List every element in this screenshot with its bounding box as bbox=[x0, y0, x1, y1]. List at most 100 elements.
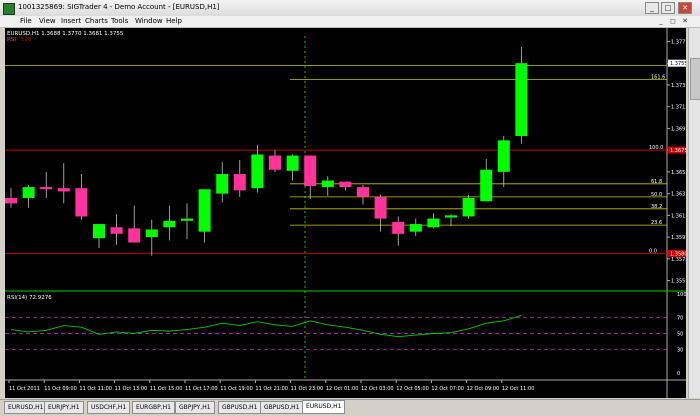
chart-tab[interactable]: EURJPY,H1 bbox=[44, 401, 84, 414]
price-tick-label: 1.3655 bbox=[671, 170, 686, 176]
price-chart[interactable]: EURUSD,H1 1.3688 1.3770 1.3681 1.3755RSI… bbox=[5, 28, 686, 398]
chart-tab-bar: EURUSD,H1 EURJPY,H1 USDCHF,H1 EURGBP,H1 GBPJ… bbox=[0, 399, 700, 416]
fibonacci-label: 50.0 bbox=[651, 192, 662, 198]
bull-candle bbox=[145, 229, 158, 238]
rsi-tick-label: 70 bbox=[677, 316, 683, 322]
time-tick-label: 12 Oct 07:00 bbox=[431, 386, 464, 392]
fibonacci-label: 23.6 bbox=[651, 220, 662, 226]
chart-tab[interactable]: USDCHF,H1 bbox=[87, 401, 131, 414]
menu-charts[interactable]: Charts bbox=[85, 17, 108, 25]
rsi-label: RSI(14) 72.9276 bbox=[7, 295, 52, 301]
maximize-button[interactable]: □ bbox=[661, 2, 675, 14]
rsi-tick-label: 30 bbox=[677, 347, 683, 353]
mdi-minimize-button[interactable]: _ bbox=[656, 17, 666, 25]
current-price-label: 1.3755 bbox=[670, 61, 686, 67]
menu-help[interactable]: Help bbox=[166, 17, 182, 25]
bear-candle bbox=[269, 155, 281, 170]
chart-tab[interactable]: GBPUSD,H1 bbox=[260, 401, 304, 414]
time-tick-label: 12 Oct 09:00 bbox=[467, 386, 500, 392]
bull-candle bbox=[321, 180, 334, 188]
price-tick-label: 1.3575 bbox=[671, 257, 686, 263]
time-tick-label: 11 Oct 19:00 bbox=[220, 386, 253, 392]
price-tick-label: 1.3635 bbox=[671, 192, 686, 198]
time-tick-label: 11 Oct 23:00 bbox=[291, 386, 324, 392]
price-tick-label: 1.3775 bbox=[671, 39, 686, 45]
menu-file[interactable]: File bbox=[20, 17, 32, 25]
title-bar: 1001325869: SIGTrader 4 - Demo Account -… bbox=[0, 0, 700, 17]
scroll-thumb[interactable] bbox=[690, 58, 700, 100]
minimize-button[interactable]: _ bbox=[645, 2, 659, 14]
bear-candle bbox=[357, 187, 369, 197]
time-tick-label: 11 Oct 21:00 bbox=[255, 386, 288, 392]
bull-candle bbox=[216, 174, 229, 194]
bear-candle bbox=[128, 228, 141, 243]
bear-candle bbox=[339, 181, 352, 188]
chart-tab[interactable]: EURGBP,H1 bbox=[132, 401, 175, 414]
time-tick-label: 11 Oct 13:00 bbox=[115, 386, 148, 392]
bear-candle bbox=[75, 188, 88, 217]
indicator-label: RSI bbox=[7, 37, 16, 43]
time-tick-label: 11 Oct 09:00 bbox=[44, 386, 77, 392]
bull-candle bbox=[445, 215, 457, 218]
fibonacci-label: 61.8 bbox=[651, 179, 662, 185]
bull-candle bbox=[251, 154, 264, 189]
window-title: 1001325869: SIGTrader 4 - Demo Account -… bbox=[18, 3, 220, 11]
time-tick-label: 11 Oct 11:00 bbox=[79, 386, 112, 392]
bull-candle bbox=[163, 220, 176, 228]
bull-candle bbox=[181, 218, 193, 221]
time-tick-label: 12 Oct 01:00 bbox=[326, 386, 359, 392]
level-price-tag-label: 1.3580 bbox=[670, 251, 686, 257]
bull-candle bbox=[515, 63, 528, 136]
bull-candle bbox=[409, 224, 422, 232]
chart-tab[interactable]: GBPJPY,H1 bbox=[175, 401, 215, 414]
time-tick-label: 11 Oct 2011 bbox=[9, 386, 40, 392]
menu-bar: File View Insert Charts Tools Window Hel… bbox=[0, 16, 700, 28]
chart-window[interactable]: EURUSD,H1 1.3688 1.3770 1.3681 1.3755 RSI… bbox=[5, 28, 686, 398]
menu-window[interactable]: Window bbox=[135, 17, 163, 25]
chart-tab[interactable]: EURUSD,H1 bbox=[4, 401, 48, 414]
price-tick-label: 1.3715 bbox=[671, 105, 686, 111]
mdi-close-button[interactable]: ✕ bbox=[680, 17, 690, 25]
menu-view[interactable]: View bbox=[39, 17, 56, 25]
bear-candle bbox=[392, 221, 405, 234]
bear-candle bbox=[57, 188, 70, 192]
time-tick-label: 12 Oct 03:00 bbox=[361, 386, 394, 392]
level-label: 0.0 bbox=[649, 248, 657, 254]
price-tick-label: 1.3615 bbox=[671, 213, 686, 219]
bear-candle bbox=[374, 196, 387, 219]
bull-candle bbox=[427, 218, 440, 228]
bear-candle bbox=[40, 187, 53, 190]
vertical-scrollbar[interactable] bbox=[688, 28, 700, 398]
bull-candle bbox=[93, 224, 105, 239]
mdi-restore-button[interactable]: ◻ bbox=[668, 17, 678, 25]
chart-tab[interactable]: EURUSD,H1 bbox=[302, 400, 346, 414]
time-tick-label: 12 Oct 05:00 bbox=[396, 386, 429, 392]
level-price-tag-label: 1.3675 bbox=[670, 148, 686, 154]
rsi-tick-label: 100 bbox=[677, 292, 686, 298]
bull-candle bbox=[22, 187, 35, 198]
close-button[interactable]: ✕ bbox=[678, 2, 692, 14]
bull-candle bbox=[286, 155, 299, 171]
price-tick-label: 1.3735 bbox=[671, 83, 686, 89]
bull-candle bbox=[198, 189, 211, 232]
time-tick-label: 11 Oct 17:00 bbox=[185, 386, 218, 392]
fibonacci-label: 161.6 bbox=[651, 74, 665, 80]
price-tick-label: 1.3595 bbox=[671, 235, 686, 241]
app-logo-icon bbox=[3, 3, 15, 15]
chart-tab[interactable]: GBPUSD,H1 bbox=[218, 401, 262, 414]
menu-tools[interactable]: Tools bbox=[111, 17, 128, 25]
bull-candle bbox=[462, 197, 475, 217]
bear-candle bbox=[110, 227, 123, 234]
bear-candle bbox=[304, 155, 317, 186]
menu-insert[interactable]: Insert bbox=[61, 17, 81, 25]
price-tick-label: 1.3555 bbox=[671, 279, 686, 285]
rsi-tick-label: 50 bbox=[677, 332, 683, 338]
bear-candle bbox=[233, 174, 246, 191]
rsi-tick-label: 0 bbox=[677, 371, 680, 377]
fibonacci-label: 38.2 bbox=[651, 204, 662, 210]
bull-candle bbox=[480, 169, 493, 202]
time-tick-label: 12 Oct 11:00 bbox=[502, 386, 535, 392]
price-tick-label: 1.3695 bbox=[671, 126, 686, 132]
bull-candle bbox=[497, 140, 510, 172]
level-label: 100.0 bbox=[649, 145, 663, 151]
